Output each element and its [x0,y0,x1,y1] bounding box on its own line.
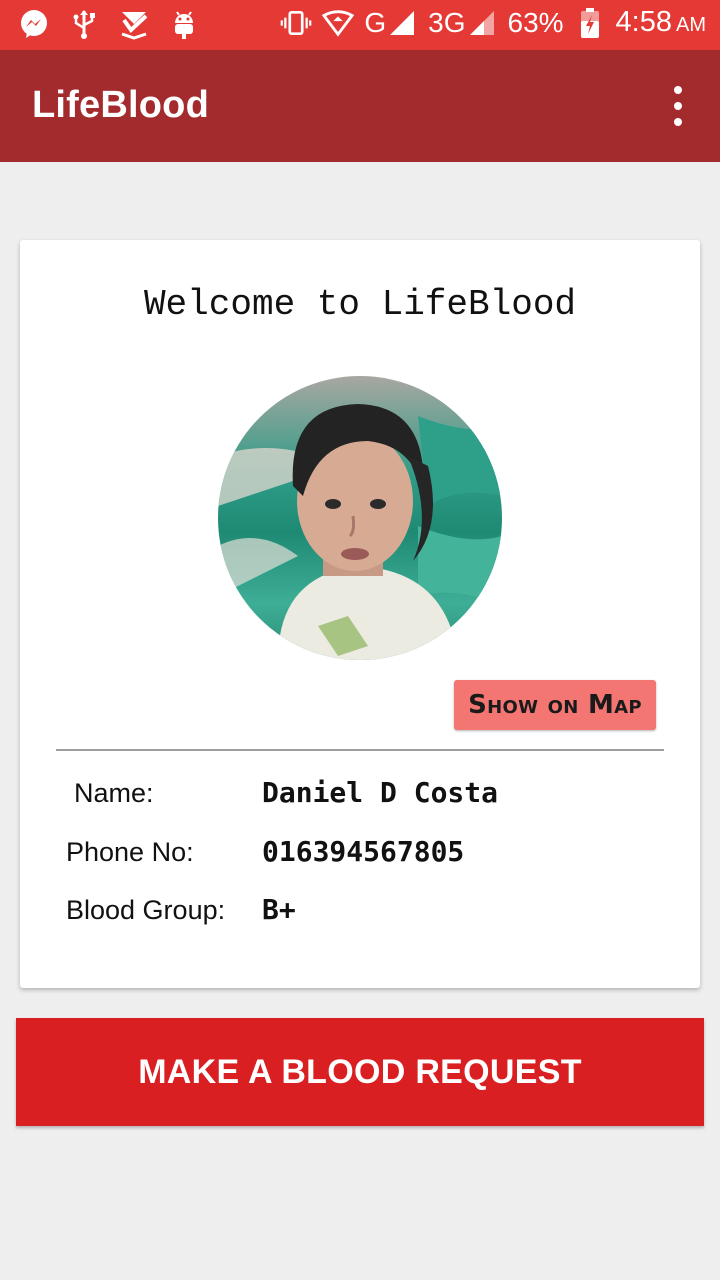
menu-dot [674,102,682,110]
network-3g-label: 3G [428,6,466,38]
battery-charging-icon [574,7,606,39]
clock-time: 4:58 [615,6,672,38]
name-label: Name: [74,778,154,808]
phone-value: 016394567805 [262,835,465,868]
show-on-map-button[interactable]: Show on Map [454,680,656,730]
welcome-heading: Welcome to LifeBlood [143,284,577,325]
vibrate-icon [280,7,312,39]
make-blood-request-button[interactable]: MAKE A BLOOD REQUEST [16,1018,704,1126]
more-vert-icon[interactable] [666,86,690,126]
phone-label: Phone No: [66,837,194,867]
clock-ampm: AM [676,14,706,36]
notification-icons [18,8,200,40]
menu-dot [674,86,682,94]
menu-dot [674,118,682,126]
name-value: Daniel D Costa [262,776,499,809]
signal-icon [466,7,498,39]
avatar [218,376,502,660]
app-bar: LifeBlood [0,50,720,162]
profile-card: Welcome to LifeBlood Show on Map Name: D… [20,240,700,988]
messenger-icon [18,8,50,40]
network-g-label: G [364,6,387,38]
divider [56,749,664,751]
usb-icon [68,8,100,40]
wifi-icon [322,7,355,39]
battery-percent: 63% [507,6,564,38]
status-bar: G 3G 63% 4:58 AM [0,0,720,50]
download-check-icon [118,8,150,40]
blood-group-value: B+ [262,893,296,926]
signal-icon [386,7,418,39]
android-debug-icon [168,8,200,40]
system-icons: G 3G 63% 4:58 AM [280,6,706,39]
blood-group-label: Blood Group: [66,895,226,925]
app-title: LifeBlood [32,84,209,126]
